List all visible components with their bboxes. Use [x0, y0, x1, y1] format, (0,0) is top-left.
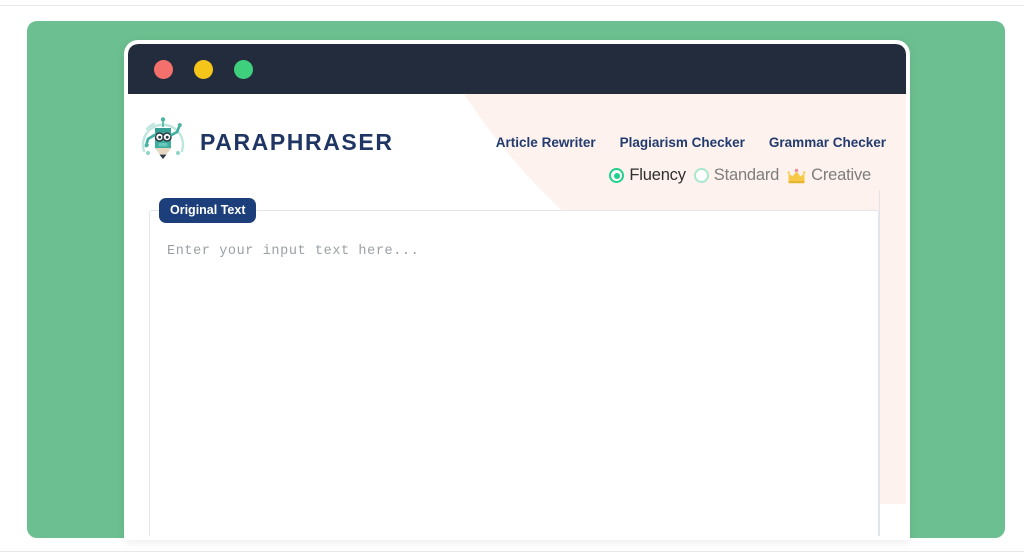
- screenshot-stage: PARAPHRASER Article Rewriter Plagiarism …: [0, 0, 1024, 557]
- radio-selected-icon: [609, 168, 625, 183]
- close-window-dot[interactable]: [154, 59, 173, 79]
- mode-label-standard: Standard: [713, 166, 780, 184]
- mode-option-standard[interactable]: Standard: [693, 166, 780, 185]
- app-viewport: PARAPHRASER Article Rewriter Plagiarism …: [128, 94, 906, 536]
- browser-window-mockup: PARAPHRASER Article Rewriter Plagiarism …: [124, 40, 910, 540]
- nav-grammar-checker[interactable]: Grammar Checker: [769, 135, 886, 150]
- main-navigation: Article Rewriter Plagiarism Checker Gram…: [496, 135, 894, 150]
- mode-label-fluency: Fluency: [629, 166, 686, 184]
- output-text-pane: [879, 190, 894, 536]
- robot-pencil-logo-icon: [141, 117, 185, 159]
- original-text-placeholder: Enter your input text here...: [167, 244, 420, 259]
- nav-plagiarism-checker[interactable]: Plagiarism Checker: [620, 135, 745, 150]
- browser-titlebar: [128, 44, 906, 94]
- rewrite-mode-selector: Fluency Standard Creative: [609, 166, 871, 185]
- editor-area: Fluency Standard Creative Original Text …: [128, 166, 906, 536]
- mode-option-creative[interactable]: Creative: [787, 166, 871, 185]
- brand-name-text: PARAPHRASER: [200, 128, 394, 155]
- original-text-badge: Original Text: [159, 198, 257, 223]
- original-text-input-card[interactable]: Original Text Enter your input text here…: [149, 198, 879, 536]
- crown-icon: [787, 168, 806, 183]
- brand-logo[interactable]: PARAPHRASER: [136, 115, 394, 169]
- mode-label-creative: Creative: [811, 166, 871, 184]
- page-divider-top: [0, 5, 1024, 6]
- page-divider-bottom: [0, 551, 1024, 552]
- original-text-pane: Fluency Standard Creative Original Text …: [140, 166, 879, 536]
- maximize-window-dot[interactable]: [234, 59, 253, 79]
- nav-article-rewriter[interactable]: Article Rewriter: [496, 135, 596, 150]
- radio-unselected-icon: [693, 168, 709, 183]
- minimize-window-dot[interactable]: [194, 59, 213, 79]
- mode-option-fluency[interactable]: Fluency: [609, 166, 686, 185]
